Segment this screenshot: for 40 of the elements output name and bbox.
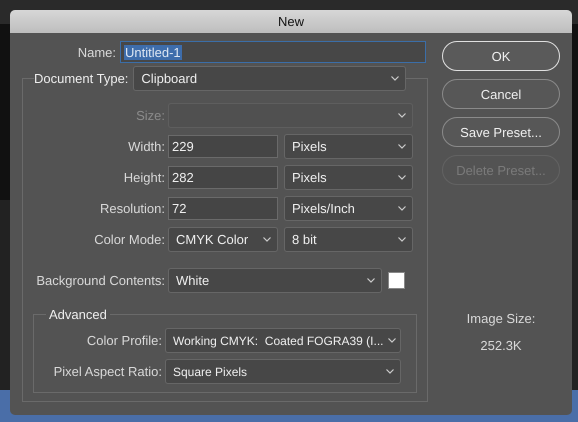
dropdown[interactable]: Pixels/Inch [284,196,413,221]
dropdown[interactable]: 8 bit [284,227,413,252]
caret-icon [398,237,406,242]
caret-icon [398,113,406,118]
color-swatch[interactable] [388,272,405,289]
field-label: Color Mode: [93,232,165,247]
field-label: Pixel Aspect Ratio: [52,364,162,379]
caret-icon [398,206,406,211]
caret-icon [263,237,271,242]
field-label: Name: [76,44,116,60]
field-label: Width: [127,139,165,154]
dropdown[interactable]: Working CMYK: Coated FOGRA39 (I... [165,328,401,353]
caret-icon [367,278,375,283]
dropdown[interactable]: CMYK Color [168,227,278,252]
field-label: Background Contents: [35,273,165,288]
dropdown[interactable]: Pixels [284,134,413,159]
dropdown[interactable]: Pixels [284,165,413,190]
field-label: Color Profile: [86,333,162,348]
input-field[interactable]: 282 [168,166,278,189]
field-label: Resolution: [98,201,165,216]
input-field[interactable]: 72 [168,197,278,220]
dialog-button[interactable]: Save Preset... [442,117,560,147]
caret-icon [388,338,396,343]
window-title: New [278,14,304,29]
field-label: Document Type: [34,71,128,86]
dialog-button[interactable]: Cancel [442,79,560,109]
caret-icon [391,76,400,81]
caret-icon [398,175,406,180]
caret-icon [398,144,406,149]
dropdown[interactable]: Square Pixels [165,359,401,384]
input-field[interactable]: 229 [168,135,278,158]
dialog-button[interactable]: OK [442,41,560,71]
image-size-value: 252.3K [480,338,522,353]
image-size-label: Image Size: [466,311,536,326]
group-title: Advanced [49,307,107,322]
dropdown[interactable]: Clipboard [133,66,406,91]
dropdown[interactable]: White [168,268,382,293]
caret-icon [386,369,394,374]
name-field[interactable]: Untitled-1 [120,41,426,63]
field-label: Height: [122,170,165,185]
